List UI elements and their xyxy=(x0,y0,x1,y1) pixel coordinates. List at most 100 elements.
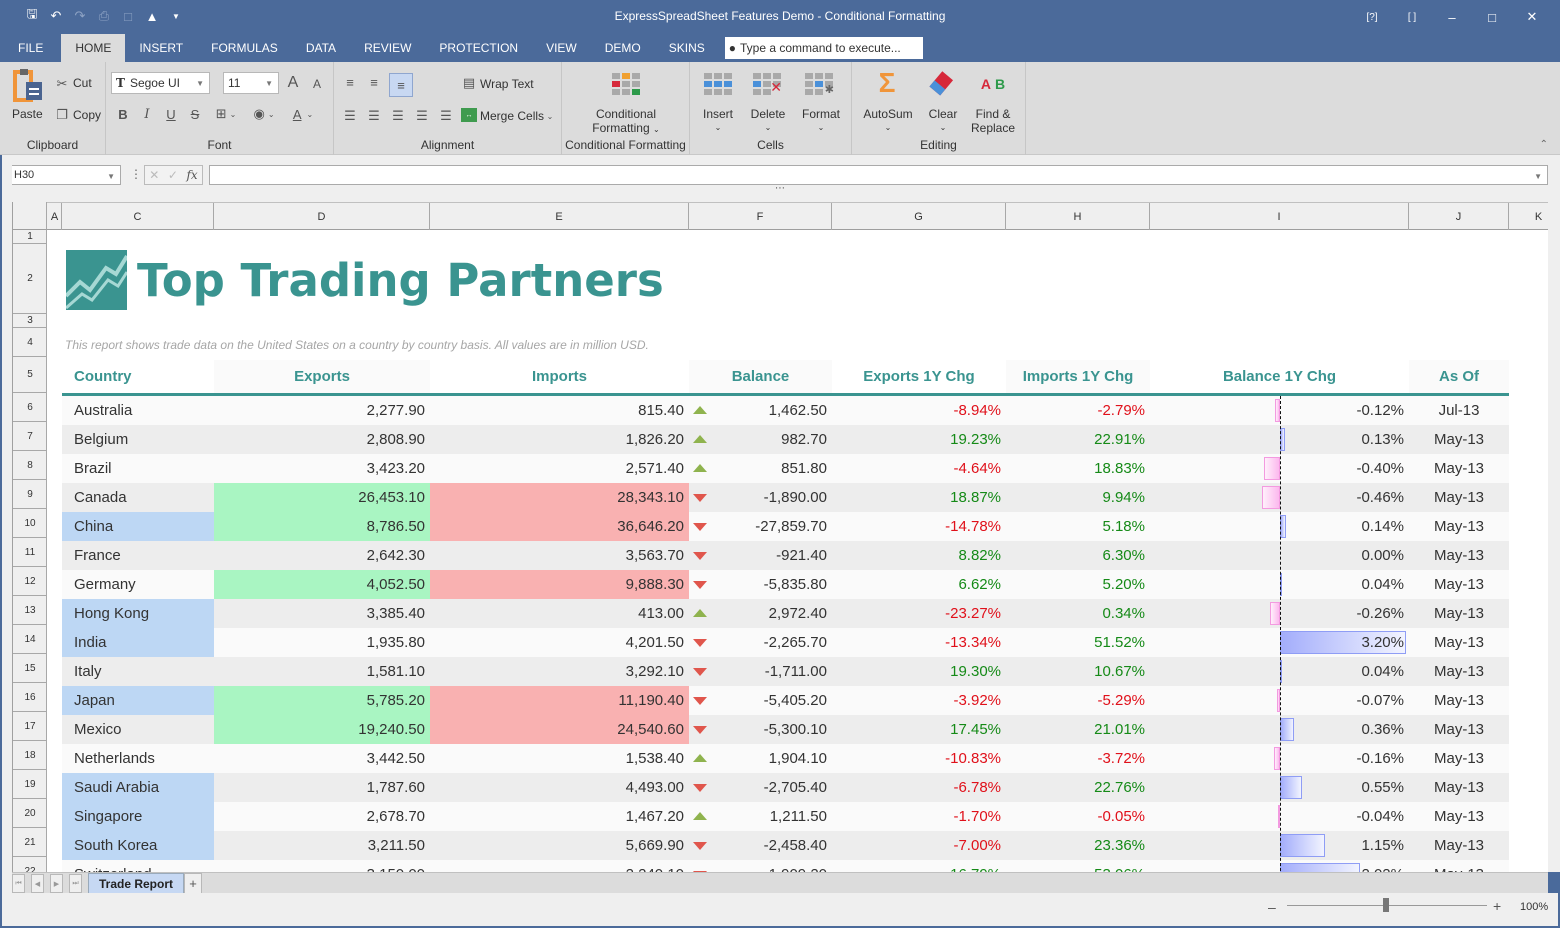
cell-imports-chg[interactable]: 22.76% xyxy=(1006,773,1150,802)
cell-exports-chg[interactable]: 8.82% xyxy=(832,541,1006,570)
cell-country[interactable]: France xyxy=(62,541,214,570)
insert-button[interactable]: Insert ⌄ xyxy=(700,107,736,135)
cell-country[interactable]: Singapore xyxy=(62,802,214,831)
row-header-7[interactable]: 7 xyxy=(13,422,47,451)
first-sheet-icon[interactable]: ⏮ xyxy=(12,874,25,893)
tab-protection[interactable]: PROTECTION xyxy=(425,34,532,62)
header-imports[interactable]: Imports xyxy=(430,360,689,393)
tab-demo[interactable]: DEMO xyxy=(591,34,655,62)
cell-country[interactable]: Italy xyxy=(62,657,214,686)
tab-data[interactable]: DATA xyxy=(292,34,350,62)
cancel-icon[interactable]: ✕ xyxy=(149,168,159,182)
cell-exports-chg[interactable]: 16.79% xyxy=(832,860,1006,872)
tab-insert[interactable]: INSERT xyxy=(125,34,197,62)
cell-balance[interactable]: -5,405.20 xyxy=(689,686,832,715)
borders-icon[interactable]: ⊞ ⌄ xyxy=(212,106,240,122)
cell-country[interactable]: China xyxy=(62,512,214,541)
cell-exports-chg[interactable]: -8.94% xyxy=(832,396,1006,425)
cell-country[interactable]: South Korea xyxy=(62,831,214,860)
font-size-select[interactable]: 11 ▼ xyxy=(223,72,279,94)
cell-as-of[interactable]: May-13 xyxy=(1409,512,1509,541)
column-header-j[interactable]: J xyxy=(1409,203,1509,230)
enter-icon[interactable]: ✓ xyxy=(168,168,178,182)
font-color-icon[interactable]: A ⌄ xyxy=(288,106,318,122)
cell-imports[interactable]: 24,540.60 xyxy=(430,715,689,744)
cell-country[interactable]: Japan xyxy=(62,686,214,715)
select-all-corner[interactable] xyxy=(13,202,47,230)
increase-indent-icon[interactable]: ☰ xyxy=(438,108,454,124)
align-bottom-icon[interactable]: ≡ xyxy=(389,73,413,97)
cell-as-of[interactable]: May-13 xyxy=(1409,657,1509,686)
cell-exports-chg[interactable]: 18.87% xyxy=(832,483,1006,512)
cell-balance[interactable]: -1,890.00 xyxy=(689,483,832,512)
cell-exports[interactable]: 1,935.80 xyxy=(214,628,430,657)
row-header-20[interactable]: 20 xyxy=(13,799,47,828)
header-imports-chg[interactable]: Imports 1Y Chg xyxy=(1006,360,1150,393)
zoom-level[interactable]: 100% xyxy=(1520,901,1548,913)
tab-skins[interactable]: SKINS xyxy=(655,34,719,62)
cell-exports[interactable]: 3,150.00 xyxy=(214,860,430,872)
clear-button[interactable]: Clear ⌄ xyxy=(926,107,960,135)
row-header-3[interactable]: 3 xyxy=(13,314,47,328)
bold-button[interactable]: B xyxy=(116,106,130,122)
row-header-14[interactable]: 14 xyxy=(13,625,47,654)
tab-home[interactable]: HOME xyxy=(61,34,126,62)
cell-imports-chg[interactable]: 5.20% xyxy=(1006,570,1150,599)
minimize-icon[interactable]: – xyxy=(1432,6,1472,28)
row-header-22[interactable]: 22 xyxy=(13,857,47,873)
font-family-select[interactable]: T Segoe UI ▼ xyxy=(111,72,210,94)
cell-exports[interactable]: 3,442.50 xyxy=(214,744,430,773)
cell-exports-chg[interactable]: -6.78% xyxy=(832,773,1006,802)
strikethrough-button[interactable]: S xyxy=(188,106,202,122)
cell-balance[interactable]: -2,265.70 xyxy=(689,628,832,657)
autosum-button[interactable]: AutoSum ⌄ xyxy=(860,107,916,135)
row-header-2[interactable]: 2 xyxy=(13,244,47,314)
name-box[interactable]: H30 ▼ xyxy=(11,165,121,185)
align-left-icon[interactable]: ☰ xyxy=(342,108,358,124)
row-header-13[interactable]: 13 xyxy=(13,596,47,625)
cell-imports-chg[interactable]: 5.18% xyxy=(1006,512,1150,541)
tab-view[interactable]: VIEW xyxy=(532,34,591,62)
cell-country[interactable]: Brazil xyxy=(62,454,214,483)
cell-imports[interactable]: 36,646.20 xyxy=(430,512,689,541)
column-header-k[interactable]: K xyxy=(1509,203,1548,230)
help-icon[interactable]: [?] xyxy=(1352,6,1392,28)
cell-exports[interactable]: 5,785.20 xyxy=(214,686,430,715)
cell-country[interactable]: Switzerland xyxy=(62,860,214,872)
cell-imports-chg[interactable]: 18.83% xyxy=(1006,454,1150,483)
column-header-e[interactable]: E xyxy=(430,203,689,230)
cell-exports[interactable]: 3,211.50 xyxy=(214,831,430,860)
italic-button[interactable]: I xyxy=(140,106,154,122)
row-header-9[interactable]: 9 xyxy=(13,480,47,509)
cell-balance[interactable]: 1,909.20 xyxy=(689,860,832,872)
cell-balance[interactable]: -1,711.00 xyxy=(689,657,832,686)
formula-bar-resize-handle[interactable]: ⋯ xyxy=(775,183,785,194)
cell-imports-chg[interactable]: 10.67% xyxy=(1006,657,1150,686)
cell-imports[interactable]: 3,563.70 xyxy=(430,541,689,570)
cell-imports[interactable]: 4,201.50 xyxy=(430,628,689,657)
formula-input[interactable]: ▼ xyxy=(209,165,1548,185)
clear-eraser-icon[interactable] xyxy=(928,68,956,98)
autosum-icon[interactable]: Σ xyxy=(874,67,900,98)
cell-as-of[interactable]: May-13 xyxy=(1409,454,1509,483)
cell-imports[interactable]: 5,669.90 xyxy=(430,831,689,860)
cell-exports[interactable]: 1,787.60 xyxy=(214,773,430,802)
cell-imports-chg[interactable]: -3.72% xyxy=(1006,744,1150,773)
cell-imports[interactable]: 4,493.00 xyxy=(430,773,689,802)
cell-as-of[interactable]: May-13 xyxy=(1409,425,1509,454)
paste-button[interactable]: Paste xyxy=(12,107,43,121)
zoom-out-icon[interactable]: – xyxy=(1268,899,1276,915)
zoom-slider-thumb[interactable] xyxy=(1383,898,1389,912)
cell-country[interactable]: Canada xyxy=(62,483,214,512)
cell-exports[interactable]: 4,052.50 xyxy=(214,570,430,599)
cell-imports[interactable]: 413.00 xyxy=(430,599,689,628)
cell-exports-chg[interactable]: -14.78% xyxy=(832,512,1006,541)
cell-balance[interactable]: 2,972.40 xyxy=(689,599,832,628)
close-icon[interactable]: ✕ xyxy=(1512,6,1552,28)
cell-as-of[interactable]: May-13 xyxy=(1409,686,1509,715)
find-replace-button[interactable]: Find & Replace xyxy=(968,107,1018,135)
cell-exports-chg[interactable]: -23.27% xyxy=(832,599,1006,628)
cell-imports-chg[interactable]: 0.34% xyxy=(1006,599,1150,628)
row-header-17[interactable]: 17 xyxy=(13,712,47,741)
cell-as-of[interactable]: Jul-13 xyxy=(1409,396,1509,425)
